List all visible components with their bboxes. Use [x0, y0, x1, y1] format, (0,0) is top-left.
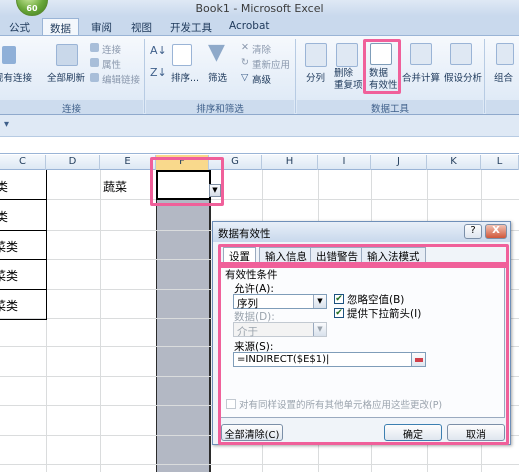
group-icon [496, 43, 514, 65]
what-if-button[interactable]: 假设分析 [444, 70, 482, 84]
selected-column-f[interactable] [156, 170, 209, 472]
refresh-all-button[interactable]: 全部刷新 [47, 70, 85, 84]
what-if-icon [450, 43, 472, 65]
column-header-k[interactable]: K [427, 155, 481, 170]
column-header-l[interactable]: L [481, 155, 519, 170]
remove-duplicates-button[interactable]: 删除 重复项 [334, 68, 363, 92]
grid-line [209, 170, 211, 472]
consolidate-button[interactable]: 合并计算 [402, 70, 440, 84]
properties-icon [90, 58, 99, 67]
tab-developer[interactable]: 开发工具 [163, 18, 219, 35]
sort-filter-group-label: 排序和筛选 [196, 104, 244, 115]
remove-duplicates-icon [336, 43, 358, 67]
formula-bar[interactable] [0, 137, 519, 154]
clear-button[interactable]: 清除 [252, 42, 271, 56]
column-header-j[interactable]: J [371, 155, 427, 170]
cell-c4[interactable]: 菜类 [0, 267, 18, 284]
filter-button[interactable]: 筛选 [208, 70, 227, 84]
sort-za-icon[interactable]: Z↓ [150, 66, 167, 79]
grid-line [0, 199, 519, 200]
filter-icon: ▼ [208, 40, 225, 65]
table-border [0, 289, 47, 290]
tab-data[interactable]: 数据 [42, 18, 79, 36]
existing-connections-icon [2, 46, 16, 64]
reapply-icon: ↻ [241, 57, 249, 68]
tab-view[interactable]: 视图 [124, 18, 159, 35]
column-header-h[interactable]: H [262, 155, 318, 170]
group-button[interactable]: 组合 [494, 70, 513, 84]
column-header-d[interactable]: D [46, 155, 100, 170]
edit-links-icon [90, 73, 99, 82]
cell-e1[interactable]: 蔬菜 [103, 178, 127, 195]
clear-icon: ✕ [241, 42, 249, 53]
group-divider [484, 39, 485, 113]
window-title: Book1 - Microsoft Excel [195, 2, 324, 15]
data-tools-group-label: 数据工具 [370, 104, 409, 115]
help-button[interactable]: ? [464, 224, 482, 239]
customize-toolbar-icon[interactable]: ▾ [4, 119, 9, 130]
table-border [0, 259, 47, 260]
table-border [0, 319, 47, 320]
data-validation-highlight [363, 39, 401, 94]
active-cell-highlight [150, 157, 224, 206]
properties-button[interactable]: 属性 [102, 57, 121, 71]
advanced-icon: ▽ [241, 72, 249, 83]
advanced-button[interactable]: 高级 [252, 72, 271, 86]
sort-icon [172, 44, 192, 66]
outline-group-bar [486, 100, 519, 114]
edit-links-button[interactable]: 编辑链接 [102, 72, 140, 86]
table-border [0, 230, 47, 231]
connections-group-label: 连接 [61, 104, 81, 115]
sort-button[interactable]: 排序... [171, 70, 199, 84]
title-bar: Book1 - Microsoft Excel [0, 0, 519, 16]
cell-c1[interactable]: 类 [0, 178, 8, 195]
dialog-title: 数据有效性 [218, 228, 271, 240]
reapply-button[interactable]: 重新应用 [252, 57, 290, 71]
existing-connections-button[interactable]: 现有连接 [0, 70, 32, 84]
connections-icon [90, 43, 99, 52]
tab-review[interactable]: 审阅 [84, 18, 119, 35]
close-button[interactable]: X [485, 224, 507, 239]
cell-c3[interactable]: 菜类 [0, 238, 18, 255]
table-border [0, 199, 47, 200]
dialog-body-highlight [218, 262, 509, 445]
consolidate-icon [410, 43, 432, 65]
office-button-label: 60 [26, 4, 38, 13]
grid-line [0, 464, 519, 465]
grid-line [156, 170, 157, 472]
tab-formulas[interactable]: 公式 [2, 18, 37, 35]
refresh-all-icon [56, 44, 78, 66]
grid-line [100, 170, 101, 472]
sort-az-icon[interactable]: A↓ [150, 44, 167, 57]
cell-c5[interactable]: 菜类 [0, 297, 18, 314]
quick-access-toolbar: ▾ [0, 115, 519, 137]
group-divider [295, 39, 296, 113]
text-to-columns-icon [305, 43, 327, 67]
cell-c2[interactable]: 类 [0, 208, 8, 225]
text-to-columns-button[interactable]: 分列 [306, 70, 325, 84]
column-header-c[interactable]: C [0, 155, 46, 170]
group-divider [144, 39, 145, 113]
column-header-i[interactable]: I [318, 155, 371, 170]
connections-button[interactable]: 连接 [102, 42, 121, 56]
tab-acrobat[interactable]: Acrobat [222, 18, 277, 35]
column-header-e[interactable]: E [100, 155, 156, 170]
